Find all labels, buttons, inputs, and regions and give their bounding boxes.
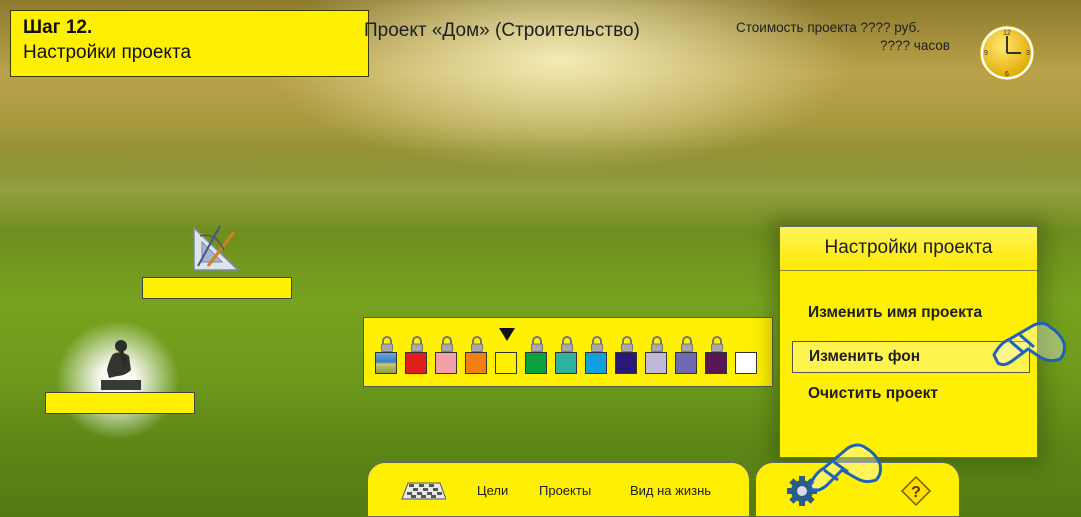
- background-fog: [0, 150, 1081, 230]
- nav-goals[interactable]: Цели: [477, 483, 508, 498]
- palette-swatch-cell: [405, 336, 429, 382]
- palette-swatch-cell: [495, 328, 519, 382]
- color-swatch[interactable]: [675, 352, 697, 374]
- bottom-nav: Цели Проекты Вид на жизнь: [367, 462, 750, 517]
- clock-numeral-9: 9: [984, 50, 988, 57]
- palette-swatch-cell: [585, 336, 609, 382]
- step-title: Шаг 12.: [23, 17, 93, 38]
- color-swatch[interactable]: [645, 352, 667, 374]
- lock-icon: [621, 336, 633, 352]
- drafting-tools-icon[interactable]: [190, 222, 242, 274]
- cost-hours: ???? часов: [880, 38, 950, 53]
- palette-swatch-cell: [645, 336, 669, 382]
- pointing-hand-icon: [808, 443, 882, 492]
- pointing-hand-icon: [992, 321, 1066, 367]
- help-icon[interactable]: ?: [900, 475, 932, 507]
- lock-icon: [651, 336, 663, 352]
- thinker-statue-icon[interactable]: [95, 336, 147, 392]
- palette-swatch-cell: [435, 336, 459, 382]
- settings-panel-header: Настройки проекта: [780, 227, 1037, 271]
- selected-pointer-icon: [499, 328, 515, 341]
- project-title: Проект «Дом» (Строительство): [364, 20, 640, 41]
- palette-swatch-cell: [555, 336, 579, 382]
- color-swatch[interactable]: [495, 352, 517, 374]
- clock-numeral-3: 3: [1026, 50, 1030, 57]
- color-swatch[interactable]: [735, 352, 757, 374]
- color-swatch[interactable]: [705, 352, 727, 374]
- palette-swatch-cell: [705, 336, 729, 382]
- lock-icon: [441, 336, 453, 352]
- step-subtitle: Настройки проекта: [23, 42, 192, 63]
- lock-icon: [471, 336, 483, 352]
- palette-swatch-cell: [735, 336, 759, 382]
- color-swatch[interactable]: [435, 352, 457, 374]
- clock-numeral-12: 12: [1003, 30, 1011, 37]
- palette-swatch-cell: [675, 336, 699, 382]
- color-swatch[interactable]: [525, 352, 547, 374]
- lock-icon: [681, 336, 693, 352]
- nav-life-view[interactable]: Вид на жизнь: [630, 483, 711, 498]
- thinker-name-bar[interactable]: [45, 392, 195, 414]
- nav-projects[interactable]: Проекты: [539, 483, 591, 498]
- image-swatch-icon[interactable]: [375, 352, 397, 374]
- lock-icon: [711, 336, 723, 352]
- lock-icon: [531, 336, 543, 352]
- clock-icon[interactable]: 12 3 6 9: [979, 25, 1035, 81]
- color-swatch[interactable]: [555, 352, 577, 374]
- palette-swatch-cell: [615, 336, 639, 382]
- step-box: Шаг 12. Настройки проекта: [10, 10, 369, 77]
- color-swatch[interactable]: [615, 352, 637, 374]
- svg-text:?: ?: [911, 484, 921, 501]
- palette-swatch-cell: [375, 336, 399, 382]
- lock-icon: [381, 336, 393, 352]
- color-swatch[interactable]: [585, 352, 607, 374]
- color-swatch[interactable]: [405, 352, 427, 374]
- lock-icon: [591, 336, 603, 352]
- background-palette: [363, 317, 773, 387]
- palette-swatch-cell: [465, 336, 489, 382]
- lock-icon: [561, 336, 573, 352]
- project-cost: Стоимость проекта ???? руб. ???? часов: [736, 19, 961, 55]
- palette-swatch-cell: [525, 336, 549, 382]
- tool-name-bar[interactable]: [142, 277, 292, 299]
- clear-project-item[interactable]: Очистить проект: [792, 379, 1030, 411]
- lock-icon: [411, 336, 423, 352]
- chessboard-icon[interactable]: [400, 481, 446, 501]
- clock-numeral-6: 6: [1005, 71, 1009, 78]
- cost-rub: Стоимость проекта ???? руб.: [736, 20, 921, 35]
- color-swatch[interactable]: [465, 352, 487, 374]
